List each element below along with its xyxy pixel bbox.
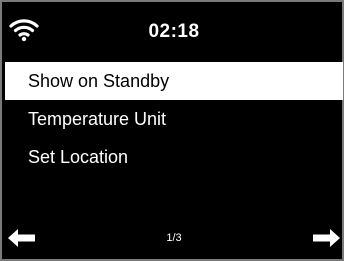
page-indicator: 1/3 [166, 232, 182, 244]
menu-item-set-location[interactable]: Set Location [2, 138, 344, 176]
clock-time: 02:18 [148, 21, 200, 42]
radio-display: 02:18 Show on Standby Temperature Unit S… [0, 0, 344, 261]
menu-list: Show on Standby Temperature Unit Set Loc… [2, 62, 344, 176]
menu-item-temperature-unit[interactable]: Temperature Unit [2, 100, 344, 138]
arrow-right-icon[interactable] [312, 229, 340, 247]
menu-item-show-on-standby[interactable]: Show on Standby [5, 62, 343, 100]
footer-bar: 1/3 [2, 219, 344, 259]
